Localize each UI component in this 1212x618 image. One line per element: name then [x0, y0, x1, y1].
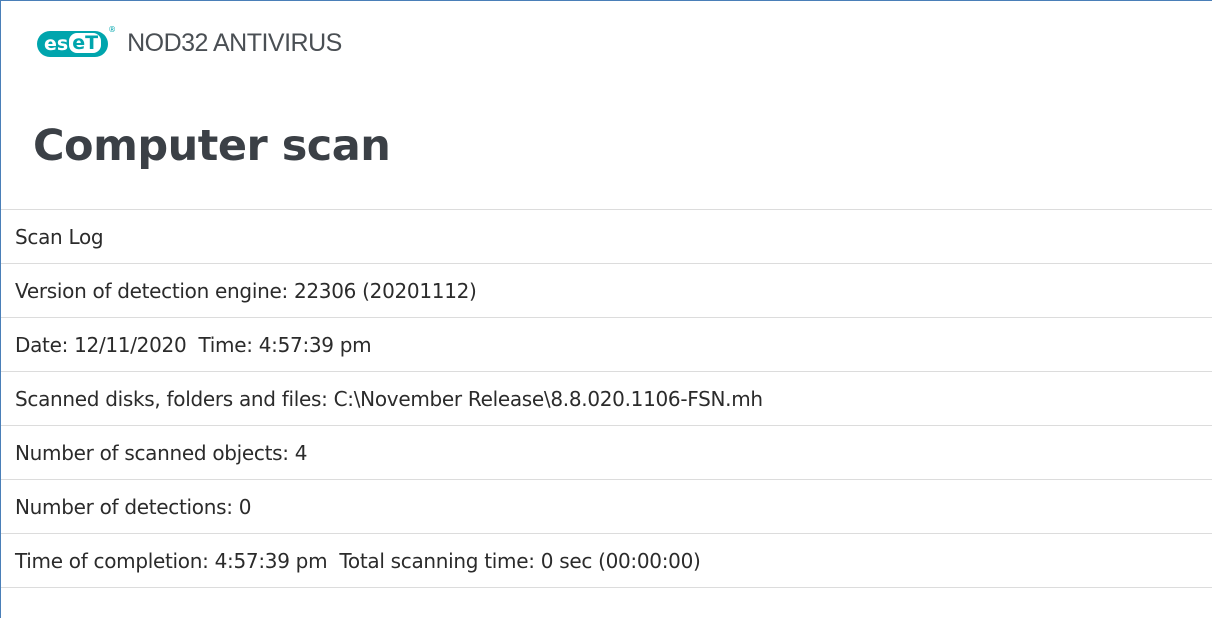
scanned-targets-row: Scanned disks, folders and files: C:\Nov…: [1, 372, 1212, 426]
scan-log-list: Scan Log Version of detection engine: 22…: [1, 209, 1212, 588]
completion-time-row: Time of completion: 4:57:39 pm Total sca…: [1, 534, 1212, 588]
app-header: es eT ® NOD32 ANTIVIRUS: [1, 1, 1212, 91]
scanned-targets: Scanned disks, folders and files: C:\Nov…: [15, 386, 763, 411]
detections-count-row: Number of detections: 0: [1, 480, 1212, 534]
scanned-objects-count-row: Number of scanned objects: 4: [1, 426, 1212, 480]
product-name: NOD32 ANTIVIRUS: [127, 29, 342, 57]
scan-date-time: Date: 12/11/2020 Time: 4:57:39 pm: [15, 332, 372, 357]
eset-logo-icon: es eT ®: [36, 25, 116, 58]
registered-mark: ®: [108, 24, 117, 34]
scanned-objects-count: Number of scanned objects: 4: [15, 440, 308, 465]
page-title: Computer scan: [33, 121, 391, 171]
completion-time: Time of completion: 4:57:39 pm Total sca…: [15, 548, 701, 573]
detection-engine-version: Version of detection engine: 22306 (2020…: [15, 278, 477, 303]
brand-logo: es eT ® NOD32 ANTIVIRUS: [36, 25, 342, 58]
detections-count: Number of detections: 0: [15, 494, 252, 519]
scan-log-heading-row: Scan Log: [1, 210, 1212, 264]
detection-engine-version-row: Version of detection engine: 22306 (2020…: [1, 264, 1212, 318]
scan-log-heading: Scan Log: [15, 224, 104, 249]
scan-date-time-row: Date: 12/11/2020 Time: 4:57:39 pm: [1, 318, 1212, 372]
app-window: es eT ® NOD32 ANTIVIRUS Computer scan Sca…: [0, 0, 1212, 618]
